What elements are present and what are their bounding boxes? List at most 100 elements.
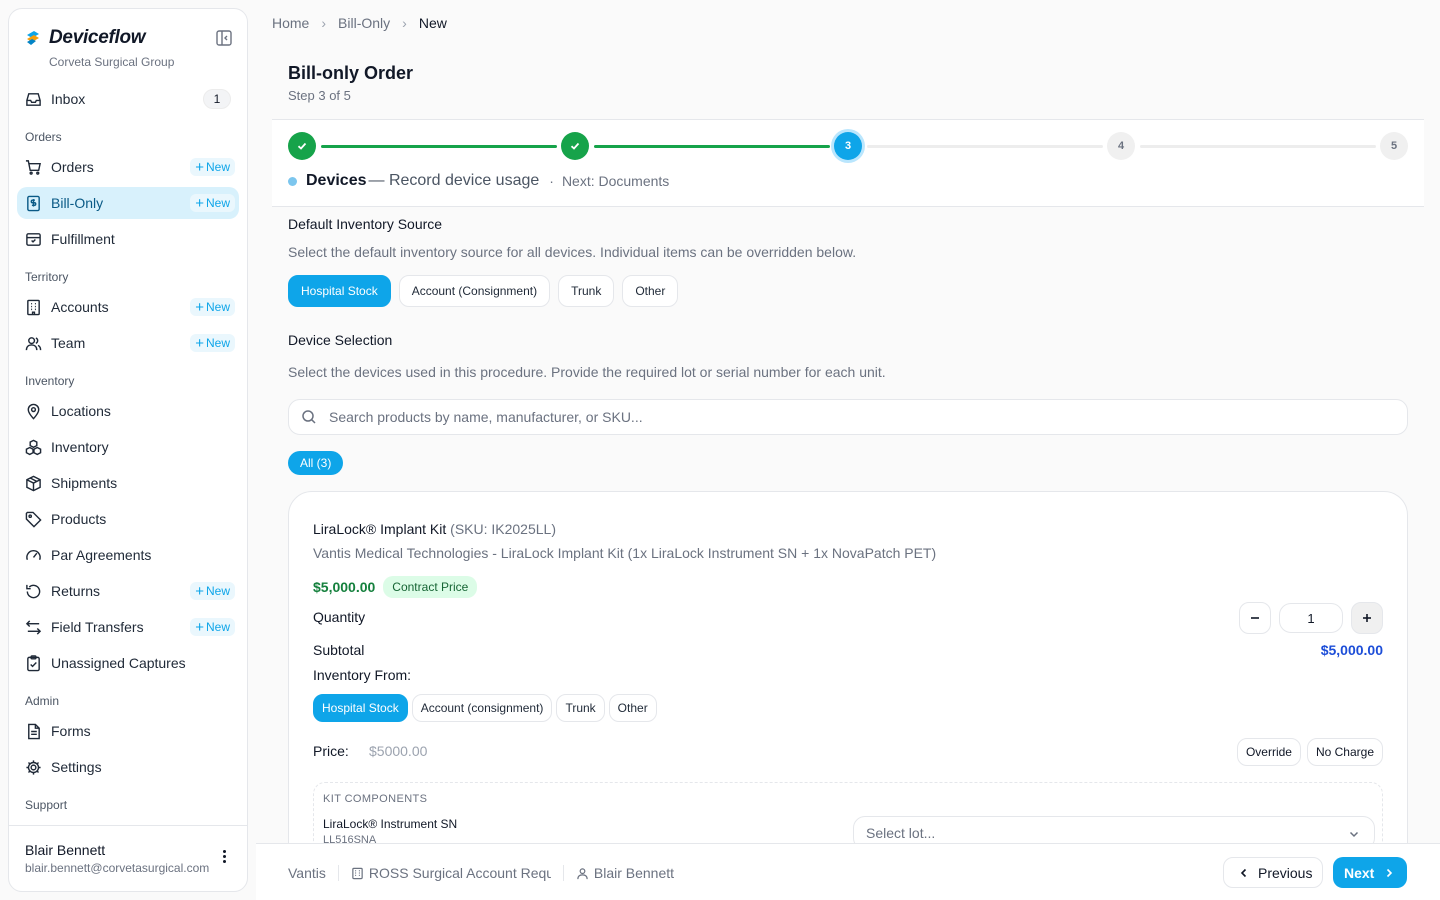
sidebar-item-label: Returns <box>51 583 101 599</box>
step-3-current[interactable]: 3 <box>834 132 862 160</box>
new-bill-only-button[interactable]: + New <box>190 194 235 212</box>
contract-price-badge: Contract Price <box>383 576 478 598</box>
chevron-right-icon: › <box>321 15 327 31</box>
source-option-trunk[interactable]: Trunk <box>558 275 615 307</box>
lot-select-placeholder: Select lot... <box>866 825 936 841</box>
org-name: Corveta Surgical Group <box>49 55 175 69</box>
inventory-source-desc: Select the default inventory source for … <box>288 244 857 260</box>
sidebar-item-settings[interactable]: Settings <box>17 751 239 783</box>
breadcrumb-bill-only[interactable]: Bill-Only <box>338 15 390 31</box>
step-4[interactable]: 4 <box>1107 132 1135 160</box>
sidebar-item-field-transfers[interactable]: Field Transfers + New <box>17 611 239 643</box>
step-1-complete[interactable] <box>288 132 316 160</box>
sidebar-item-accounts[interactable]: Accounts + New <box>17 291 239 323</box>
new-team-member-button[interactable]: + New <box>190 334 235 352</box>
clipboard-check-icon <box>25 654 42 672</box>
device-selection-desc: Select the devices used in this procedur… <box>288 364 886 380</box>
product-title: LiraLock® Implant Kit (SKU: IK2025LL) <box>313 521 556 537</box>
inbox-icon <box>25 91 42 108</box>
user-profile[interactable]: Blair Bennett blair.bennett@corvetasurgi… <box>9 825 247 891</box>
boxes-icon <box>25 439 42 456</box>
sidebar-item-shipments[interactable]: Shipments <box>17 467 239 499</box>
new-return-button[interactable]: + New <box>190 582 235 600</box>
sidebar-item-bill-only[interactable]: Bill-Only + New <box>17 187 239 219</box>
plus-icon: + <box>195 582 204 600</box>
chevron-right-icon: › <box>402 15 407 31</box>
product-search[interactable] <box>288 399 1408 435</box>
item-source-trunk[interactable]: Trunk <box>556 694 605 722</box>
sidebar-item-unassigned-captures[interactable]: Unassigned Captures <box>17 647 239 679</box>
increment-button[interactable] <box>1351 602 1383 634</box>
override-button[interactable]: Override <box>1236 738 1301 766</box>
sidebar-item-returns[interactable]: Returns + New <box>17 575 239 607</box>
new-label: New <box>205 620 230 634</box>
sidebar-item-inbox[interactable]: Inbox 1 <box>17 83 239 115</box>
inventory-source-title: Default Inventory Source <box>288 216 443 232</box>
step-5[interactable]: 5 <box>1380 132 1408 160</box>
new-label: New <box>205 336 230 350</box>
inventory-source-options: Hospital Stock Account (Consignment) Tru… <box>288 275 686 307</box>
sidebar-item-inventory[interactable]: Inventory <box>17 431 239 463</box>
new-order-button[interactable]: + New <box>190 158 235 176</box>
source-option-hospital-stock[interactable]: Hospital Stock <box>288 275 391 307</box>
plus-icon: + <box>195 334 204 352</box>
quantity-label: Quantity <box>313 609 366 625</box>
new-label: New <box>205 584 230 598</box>
user-name: Blair Bennett <box>25 842 106 858</box>
item-source-account-consignment[interactable]: Account (consignment) <box>411 694 553 722</box>
section-label-support: Support <box>25 798 68 812</box>
chevron-right-icon <box>1387 868 1393 877</box>
plus-icon <box>1363 614 1371 622</box>
file-text-icon <box>25 723 42 740</box>
item-source-other[interactable]: Other <box>608 694 657 722</box>
sidebar-item-par-agreements[interactable]: Par Agreements <box>17 539 239 571</box>
breadcrumb-home[interactable]: Home <box>272 15 309 31</box>
sidebar-collapse-icon[interactable] <box>215 29 233 47</box>
sidebar-item-label: Inventory <box>51 439 109 455</box>
sidebar-item-products[interactable]: Products <box>17 503 239 535</box>
sidebar-item-label: Field Transfers <box>51 619 144 635</box>
no-charge-button[interactable]: No Charge <box>1306 738 1383 766</box>
status-dot <box>288 176 297 186</box>
rep-name: Blair Bennett <box>593 865 675 881</box>
price-actions: Override No Charge <box>1231 738 1383 766</box>
decrement-button[interactable] <box>1239 602 1271 634</box>
step-connector <box>594 145 830 148</box>
user-email: blair.bennett@corvetasurgical.com <box>25 861 210 875</box>
divider <box>562 865 564 881</box>
plus-icon: + <box>195 194 204 212</box>
gauge-icon <box>25 547 42 564</box>
sidebar-item-fulfillment[interactable]: Fulfillment <box>17 223 239 255</box>
sidebar-item-label: Settings <box>51 759 102 775</box>
building-icon <box>352 867 363 879</box>
rotate-ccw-icon <box>25 583 42 600</box>
step-connector <box>321 145 557 148</box>
sidebar-item-label: Locations <box>51 403 111 419</box>
sidebar-item-label: Forms <box>51 723 91 739</box>
sidebar-nav: Inbox 1 Orders Orders + New Bill-Only + Ne… <box>17 83 239 819</box>
check-icon <box>570 142 580 150</box>
user-icon <box>577 867 588 879</box>
search-icon <box>302 410 316 424</box>
breadcrumb-current: New <box>418 15 447 31</box>
previous-button[interactable]: Previous <box>1223 857 1324 888</box>
source-option-other[interactable]: Other <box>622 275 679 307</box>
sidebar-item-team[interactable]: Team + New <box>17 327 239 359</box>
filter-all[interactable]: All (3) <box>288 451 344 475</box>
source-option-account-consignment[interactable]: Account (Consignment) <box>398 275 551 307</box>
rep-info: Blair Bennett <box>576 865 674 881</box>
sidebar-item-forms[interactable]: Forms <box>17 715 239 747</box>
new-field-transfer-button[interactable]: + New <box>190 618 235 636</box>
product-search-input[interactable] <box>329 409 1229 425</box>
sidebar-item-orders[interactable]: Orders + New <box>17 151 239 183</box>
brand[interactable]: Deviceflow <box>25 27 146 49</box>
more-vertical-icon[interactable] <box>223 850 227 865</box>
item-source-hospital-stock[interactable]: Hospital Stock <box>313 694 408 722</box>
footer-bar: Vantis ROSS Surgical Account Request Bla… <box>256 843 1440 900</box>
next-button[interactable]: Next <box>1333 857 1408 888</box>
sidebar-item-locations[interactable]: Locations <box>17 395 239 427</box>
manufacturer-name: Vantis <box>288 865 326 881</box>
quantity-input[interactable]: 1 <box>1279 603 1343 633</box>
step-2-complete[interactable] <box>561 132 589 160</box>
new-account-button[interactable]: + New <box>190 298 235 316</box>
